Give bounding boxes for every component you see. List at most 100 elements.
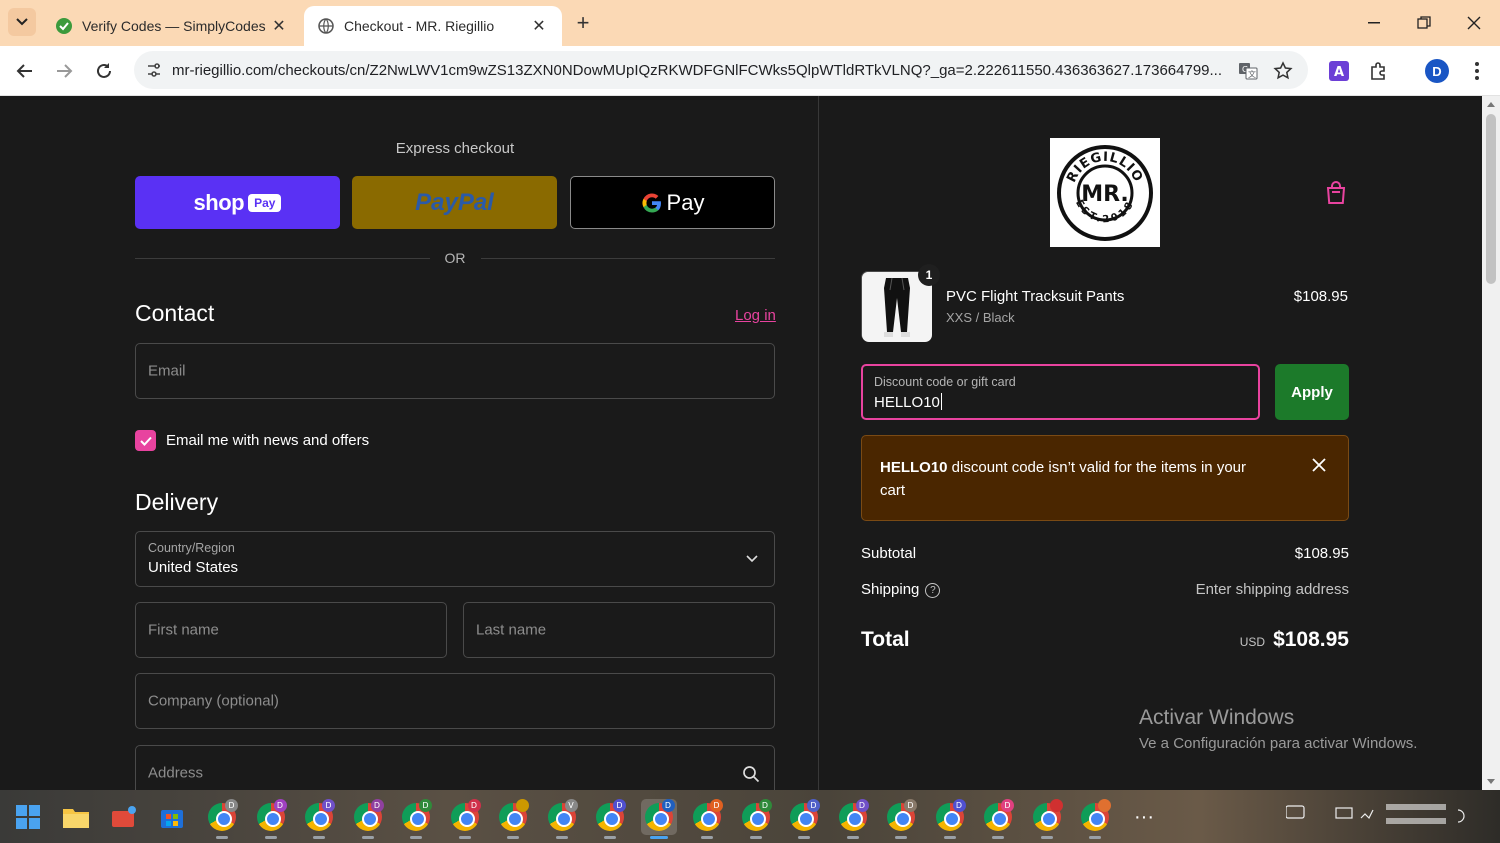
login-link[interactable]: Log in (735, 307, 776, 324)
browser-menu-icon[interactable] (1464, 58, 1490, 84)
taskbar-chrome-window[interactable]: D (447, 799, 483, 839)
microsoft-store-icon[interactable] (154, 799, 190, 835)
taskbar-chrome-window[interactable]: D (980, 799, 1016, 839)
shop-pay-button[interactable]: shop Pay (135, 176, 340, 229)
paypal-button[interactable]: PayPal (352, 176, 557, 229)
profile-badge: D (807, 799, 820, 812)
taskbar-chrome-window[interactable]: D (253, 799, 289, 839)
extension-a-icon[interactable]: A (1326, 58, 1352, 84)
google-pay-label: Pay (666, 189, 705, 215)
close-tab-icon[interactable]: ✕ (270, 17, 288, 35)
apply-button[interactable]: Apply (1275, 364, 1349, 420)
taskbar-chrome-window[interactable]: D (689, 799, 725, 839)
product-variant: XXS / Black (946, 310, 1015, 325)
taskbar-overflow-icon[interactable]: ··· (1126, 799, 1162, 835)
page-scrollbar[interactable] (1482, 96, 1500, 790)
taskbar-chrome-window[interactable]: D (398, 799, 434, 839)
profile-badge: D (855, 799, 869, 812)
shipping-label: Shipping (861, 581, 920, 598)
running-indicator (992, 836, 1004, 839)
watermark-subtitle: Ve a Configuración para activar Windows. (1139, 735, 1418, 752)
profile-badge: D (322, 799, 335, 812)
system-tray[interactable] (1285, 800, 1466, 835)
translate-icon[interactable]: G文 (1237, 60, 1259, 82)
extensions-puzzle-icon[interactable] (1366, 58, 1392, 84)
site-settings-icon[interactable] (146, 62, 162, 78)
close-tab-icon[interactable]: ✕ (530, 17, 548, 35)
taskbar-chrome-window[interactable]: D (640, 799, 677, 839)
windows-activation-watermark: Activar Windows Ve a Configuración para … (1139, 706, 1417, 752)
taskbar-chrome-window[interactable] (1077, 799, 1113, 839)
running-indicator (1040, 836, 1053, 839)
discount-value: HELLO10 (874, 394, 940, 411)
scroll-thumb[interactable] (1486, 114, 1496, 284)
running-indicator (604, 836, 616, 839)
file-explorer-icon[interactable] (58, 799, 94, 835)
tab-simplycodes[interactable]: Verify Codes — SimplyCodes ✕ (42, 6, 302, 46)
forward-button[interactable] (50, 57, 78, 85)
start-button[interactable] (10, 799, 46, 835)
first-name-placeholder: First name (148, 621, 219, 639)
taskbar-chrome-window[interactable]: D (301, 799, 337, 839)
first-name-field[interactable]: First name (135, 602, 447, 658)
close-icon[interactable] (1310, 456, 1328, 474)
email-field[interactable]: Email (135, 343, 775, 399)
profile-badge (1049, 799, 1063, 812)
reload-button[interactable] (90, 57, 118, 85)
search-icon[interactable] (742, 765, 760, 783)
tray-icons-icon (1285, 804, 1465, 824)
checkout-form: Express checkout shop Pay PayPal Pay OR … (0, 96, 818, 790)
taskbar-app-red-icon[interactable] (106, 799, 142, 835)
newsletter-checkbox[interactable] (135, 430, 156, 451)
bookmark-star-icon[interactable] (1272, 60, 1294, 82)
country-value: United States (148, 559, 239, 576)
google-pay-button[interactable]: Pay (570, 176, 775, 229)
taskbar-chrome-window[interactable]: D (786, 799, 822, 839)
profile-avatar[interactable]: D (1424, 58, 1450, 84)
running-indicator (555, 836, 568, 839)
taskbar-chrome-window[interactable]: V (544, 799, 580, 839)
minimize-button[interactable] (1352, 8, 1396, 38)
help-icon[interactable]: ? (925, 582, 941, 598)
scroll-up-icon[interactable] (1486, 100, 1496, 108)
country-select[interactable]: Country/Region United States (135, 531, 775, 587)
express-checkout-title: Express checkout (395, 140, 515, 157)
profile-badge: D (758, 799, 772, 812)
store-logo[interactable]: MR. RIEGILLIO EST.2018 (1050, 138, 1160, 247)
taskbar-chrome-window[interactable]: D (204, 799, 240, 839)
company-field[interactable]: Company (optional) (135, 673, 775, 729)
restore-button[interactable] (1402, 8, 1446, 38)
total-value: $108.95 (1273, 628, 1349, 651)
tab-checkout[interactable]: Checkout - MR. Riegillio ✕ (304, 6, 562, 46)
company-placeholder: Company (optional) (148, 692, 279, 710)
svg-text:文: 文 (1248, 69, 1256, 79)
new-tab-button[interactable]: + (570, 10, 596, 36)
address-field[interactable]: Address (135, 745, 775, 790)
profile-badge: D (904, 799, 917, 812)
url-text[interactable]: mr-riegillio.com/checkouts/cn/Z2NwLWV1cm… (172, 62, 1222, 79)
address-bar[interactable]: mr-riegillio.com/checkouts/cn/Z2NwLWV1cm… (134, 51, 1308, 89)
or-label: OR (444, 250, 466, 266)
windows-taskbar: D D D D D D V D D D D D D D D D ··· (0, 790, 1500, 843)
tab-search-button[interactable] (8, 8, 36, 36)
taskbar-chrome-window[interactable]: D (592, 799, 628, 839)
taskbar-chrome-window[interactable]: D (350, 799, 386, 839)
last-name-field[interactable]: Last name (463, 602, 775, 658)
running-indicator (361, 836, 374, 839)
taskbar-chrome-window[interactable]: D (738, 799, 774, 839)
taskbar-chrome-window[interactable] (1029, 799, 1065, 839)
scroll-down-icon[interactable] (1486, 778, 1496, 786)
taskbar-chrome-window[interactable]: D (835, 799, 871, 839)
taskbar-chrome-window[interactable] (495, 799, 531, 839)
back-button[interactable] (11, 57, 39, 85)
taskbar-chrome-window[interactable]: D (932, 799, 968, 839)
discount-code-input[interactable]: Discount code or gift card HELLO10 (861, 364, 1260, 420)
taskbar-chrome-window[interactable]: D (883, 799, 919, 839)
shopping-bag-icon[interactable] (1323, 180, 1349, 206)
newsletter-checkbox-row[interactable]: Email me with news and offers (135, 430, 369, 451)
chevron-down-icon (746, 555, 758, 563)
close-window-button[interactable] (1452, 8, 1496, 38)
total-label: Total (861, 628, 910, 651)
profile-badge (516, 799, 529, 812)
running-indicator (458, 836, 471, 839)
